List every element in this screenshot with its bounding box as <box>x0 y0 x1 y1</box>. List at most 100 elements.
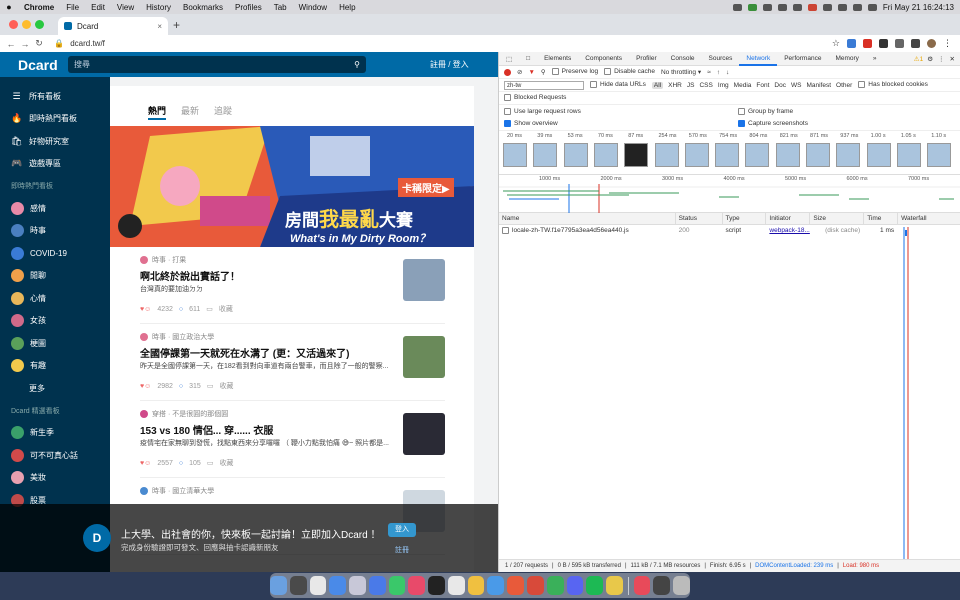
group-by-frame-checkbox[interactable]: Group by frame <box>738 107 793 115</box>
tab-following[interactable]: 追蹤 <box>214 104 232 126</box>
clear-icon[interactable]: ⊘ <box>517 68 522 76</box>
type-filter-xhr[interactable]: XHR <box>668 82 682 89</box>
flag-icon[interactable] <box>807 3 817 11</box>
screenshot-thumbnail[interactable] <box>503 143 527 167</box>
sidebar-board[interactable]: 閒聊 <box>0 265 110 288</box>
new-tab-button[interactable]: + <box>173 18 180 32</box>
screenshot-thumbnail[interactable] <box>715 143 740 167</box>
sidebar-board[interactable]: 美妝 <box>0 467 110 490</box>
dock-app-icon[interactable] <box>673 576 690 595</box>
dock-app-icon[interactable] <box>487 576 505 595</box>
tab-components[interactable]: Components <box>578 55 629 62</box>
menu-edit[interactable]: Edit <box>85 3 111 12</box>
blocked-requests-checkbox[interactable]: Blocked Requests <box>504 94 566 102</box>
media-icon[interactable] <box>911 39 920 48</box>
dock-app-icon[interactable] <box>349 576 366 595</box>
show-overview-checkbox[interactable]: Show overview <box>504 120 732 128</box>
search-icon[interactable]: ⚲ <box>541 68 546 76</box>
tab-elements[interactable]: Elements <box>537 55 578 62</box>
sidebar-board[interactable]: 心情 <box>0 287 110 310</box>
record-icon[interactable] <box>732 3 742 11</box>
dock-app-icon[interactable] <box>289 576 307 595</box>
screenshot-thumbnail[interactable] <box>745 143 770 167</box>
chrome-menu-icon[interactable]: ⋮ <box>943 38 952 49</box>
forward-icon[interactable]: → <box>18 39 32 49</box>
export-har-icon[interactable]: ↓ <box>726 69 729 76</box>
browser-tab[interactable]: Dcard × <box>58 17 168 35</box>
promo-register-link[interactable]: 註冊 <box>395 545 409 555</box>
search-input[interactable]: 搜尋 ⚲ <box>68 56 366 73</box>
menu-window[interactable]: Window <box>293 3 333 12</box>
screenshot-thumbnail[interactable] <box>654 143 679 167</box>
screenshot-thumbnail[interactable] <box>806 143 830 167</box>
type-filter-manifest[interactable]: Manifest <box>806 82 831 89</box>
translate-icon[interactable] <box>847 39 856 48</box>
reload-icon[interactable]: ↻ <box>32 38 46 49</box>
address-bar[interactable]: 🔒 dcard.tw/f <box>54 39 105 48</box>
screenshot-thumbnail[interactable] <box>866 143 891 167</box>
tab-performance[interactable]: Performance <box>777 55 828 62</box>
table-row[interactable]: locale-zh-TW.f1e7795a3ea4d56ea440.js 200… <box>499 225 960 236</box>
dock-app-icon[interactable] <box>566 576 584 595</box>
menubar-app-icon[interactable] <box>747 3 757 11</box>
extensions-puzzle-icon[interactable] <box>895 39 904 48</box>
menu-help[interactable]: Help <box>333 3 361 12</box>
large-rows-checkbox[interactable]: Use large request rows <box>504 107 732 115</box>
zoom-window-button[interactable] <box>35 20 44 29</box>
screenshot-thumbnail[interactable] <box>563 143 588 167</box>
dock-app-icon[interactable] <box>368 576 386 595</box>
list-item[interactable]: 時事 · 打果 啊北終於說出實話了！ 台灣真的要加油ㄉㄉ ♥☺ 4232 ○ 611 ▭ 收藏 <box>140 247 445 324</box>
profile-avatar[interactable] <box>927 39 936 48</box>
search-icon[interactable]: ⚲ <box>354 60 360 69</box>
dock-app-icon[interactable] <box>270 576 287 595</box>
filter-icon[interactable]: ▼ <box>528 69 534 76</box>
extension-icon[interactable] <box>863 39 872 48</box>
post-title[interactable]: 啊北終於說出實話了！ <box>140 268 390 283</box>
screenshot-thumbnail[interactable] <box>775 143 800 167</box>
menu-tab[interactable]: Tab <box>268 3 293 12</box>
screenshot-thumbnail[interactable] <box>927 143 952 167</box>
sidebar-board[interactable]: 新生季 <box>0 422 110 445</box>
type-filter-img[interactable]: Img <box>718 82 729 89</box>
control-center-icon[interactable] <box>867 3 877 11</box>
dock-app-icon[interactable] <box>408 576 426 595</box>
bookmark-icon[interactable]: ▭ <box>207 382 214 390</box>
list-item[interactable]: 時事 · 國立政治大學 全國停課第一天就死在水溝了 (更：又活過來了) 昨天是全國停… <box>140 324 445 401</box>
type-filter-media[interactable]: Media <box>734 82 752 89</box>
wifi-icon[interactable] <box>837 3 847 11</box>
tab-sources[interactable]: Sources <box>702 55 740 62</box>
menubar-app-icon[interactable] <box>762 3 772 11</box>
menu-file[interactable]: File <box>60 3 85 12</box>
sidebar-item[interactable]: 🔥 即時熱門看板 <box>0 108 110 131</box>
list-item[interactable]: 穿搭 · 不是很圓的那個圓 153 vs 180 情侶... 穿...... 衣服… <box>140 401 445 478</box>
type-filter-doc[interactable]: Doc <box>774 82 786 89</box>
dock-app-icon[interactable] <box>388 576 406 595</box>
apple-menu-icon[interactable]: ● <box>0 2 18 12</box>
sidebar-board[interactable]: 感情 <box>0 197 110 220</box>
save-label[interactable]: 收藏 <box>219 458 233 468</box>
dock-app-icon[interactable] <box>546 576 564 595</box>
dock-app-icon[interactable] <box>428 576 445 595</box>
type-filter-all[interactable]: All <box>651 81 664 89</box>
dock-app-icon[interactable] <box>586 576 604 595</box>
lock-icon[interactable]: 🔒 <box>54 39 64 48</box>
dock-app-icon[interactable] <box>467 576 485 595</box>
sidebar-item[interactable]: ☰ 所有看板 <box>0 85 110 108</box>
hide-data-urls-checkbox[interactable]: Hide data URLs <box>590 81 646 89</box>
minimize-window-button[interactable] <box>22 20 31 29</box>
clock[interactable]: Fri May 21 16:24:13 <box>883 3 954 12</box>
dock-app-icon[interactable] <box>309 576 327 595</box>
tab-network[interactable]: Network <box>739 52 778 66</box>
screenshot-thumbnail[interactable] <box>836 143 861 167</box>
login-register-link[interactable]: 註冊 / 登入 <box>430 59 469 70</box>
extension-icon[interactable] <box>879 39 888 48</box>
sidebar-board[interactable]: 時事 <box>0 220 110 243</box>
screenshot-thumbnail[interactable] <box>896 143 921 167</box>
bookmark-star-icon[interactable]: ☆ <box>832 38 840 49</box>
screenshot-thumbnail[interactable] <box>533 143 558 167</box>
close-window-button[interactable] <box>9 20 18 29</box>
import-har-icon[interactable]: ↑ <box>717 69 720 76</box>
post-title[interactable]: 153 vs 180 情侶... 穿...... 衣服 <box>140 422 390 437</box>
post-title[interactable]: 全國停課第一天就死在水溝了 (更：又活過來了) <box>140 345 390 360</box>
sidebar-item[interactable]: 🛍 好物研究室 <box>0 130 110 153</box>
